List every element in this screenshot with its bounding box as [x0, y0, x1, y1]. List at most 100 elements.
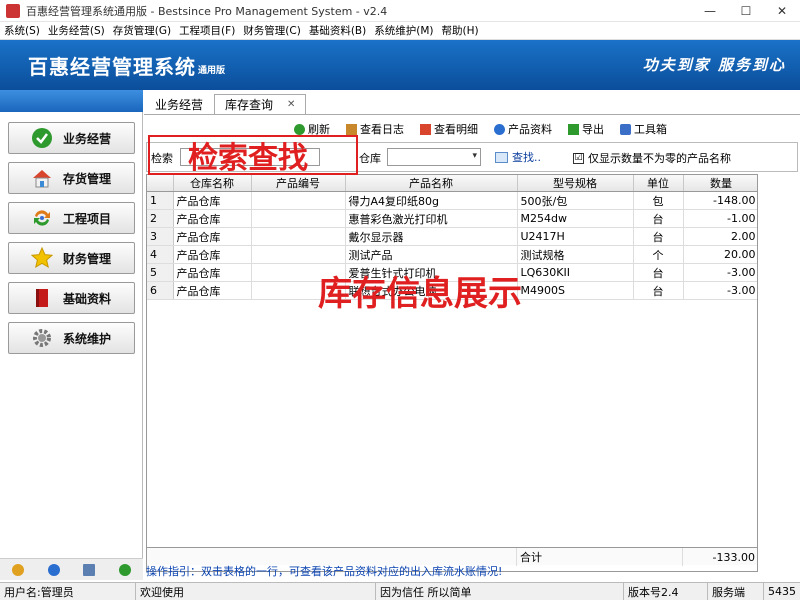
cell-quantity: -148.00: [683, 191, 757, 210]
nav-header: [0, 90, 143, 112]
toolbox-button[interactable]: 工具箱: [620, 121, 667, 137]
cell-product-code: [251, 209, 346, 228]
col-product-name[interactable]: 产品名称: [345, 175, 518, 192]
cell-warehouse: 产品仓库: [173, 263, 252, 282]
export-label: 导出: [582, 123, 604, 136]
toolbox-label: 工具箱: [634, 123, 667, 136]
product-info-label: 产品资料: [508, 123, 552, 136]
cell-spec: M254dw: [517, 209, 634, 228]
minimize-button[interactable]: —: [692, 0, 728, 22]
col-quantity[interactable]: 数量: [683, 175, 757, 192]
nav-basic-data-button[interactable]: 基础资料: [8, 282, 135, 314]
clock-icon[interactable]: [47, 563, 60, 576]
operation-guide: 操作指引：双击表格的一行，可查看该产品资料对应的出入库流水账情况!: [146, 565, 503, 578]
nav-finance-button[interactable]: 财务管理: [8, 242, 135, 274]
tab-business[interactable]: 业务经营: [144, 94, 214, 114]
row-number: 3: [147, 227, 174, 246]
status-extra: 5435: [768, 585, 796, 598]
cell-product-name: 得力A4复印纸80g: [345, 191, 518, 210]
table-row[interactable]: 1 产品仓库 得力A4复印纸80g 500张/包 包 -148.00: [147, 191, 757, 210]
cell-quantity: 20.00: [683, 245, 757, 264]
system-title: 百惠经营管理系统: [28, 54, 196, 79]
menu-help[interactable]: 帮助(H): [438, 23, 483, 38]
menu-business[interactable]: 业务经营(S): [44, 23, 109, 38]
toolbox-icon: [620, 123, 631, 135]
menu-projects[interactable]: 工程项目(F): [175, 23, 239, 38]
cell-quantity: -3.00: [683, 281, 757, 300]
check-circle-icon: [31, 127, 53, 149]
cell-unit: 台: [633, 209, 684, 228]
chevron-down-icon: ▾: [472, 151, 477, 161]
menu-inventory[interactable]: 存货管理(G): [109, 23, 175, 38]
status-welcome: 欢迎使用: [136, 582, 376, 600]
view-detail-label: 查看明细: [434, 123, 478, 136]
cell-warehouse: 产品仓库: [173, 209, 252, 228]
warehouse-select[interactable]: ▾: [387, 148, 481, 166]
house-icon: [31, 167, 53, 189]
status-bar: 用户名:管理员 欢迎使用 因为信任 所以简单 版本号2.4 服务端 5435: [0, 582, 800, 600]
maximize-button[interactable]: ☐: [728, 0, 764, 22]
tab-strip: 业务经营 库存查询 ✕: [144, 94, 307, 114]
table-row[interactable]: 4 产品仓库 测试产品 测试规格 个 20.00: [147, 245, 757, 264]
nav-finance-label: 财务管理: [63, 251, 112, 266]
app-banner: 百惠经营管理系统 通用版 功夫到家 服务到心: [0, 40, 800, 90]
export-button[interactable]: 导出: [568, 121, 604, 137]
status-mode: 服务端: [708, 582, 764, 600]
row-number: 1: [147, 191, 174, 210]
cell-warehouse: 产品仓库: [173, 281, 252, 300]
star-icon: [31, 247, 53, 269]
lock-icon[interactable]: [11, 563, 24, 576]
col-unit[interactable]: 单位: [633, 175, 684, 192]
nav-maintenance-button[interactable]: 系统维护: [8, 322, 135, 354]
status-motto: 因为信任 所以简单: [376, 582, 624, 600]
window-title: 百惠经营管理系统通用版 - Bestsince Pro Management S…: [26, 4, 388, 18]
cell-unit: 个: [633, 245, 684, 264]
product-info-button[interactable]: 产品资料: [494, 121, 552, 137]
menu-finance[interactable]: 财务管理(C): [239, 23, 305, 38]
tab-inventory-query-label: 库存查询: [225, 98, 274, 112]
window-controls: — ☐ ✕: [692, 0, 800, 22]
nav-business-button[interactable]: 业务经营: [8, 122, 135, 154]
title-bar: 百惠经营管理系统通用版 - Bestsince Pro Management S…: [0, 0, 800, 22]
find-button[interactable]: 查找..: [495, 149, 541, 165]
table-row[interactable]: 3 产品仓库 戴尔显示器 U2417H 台 2.00: [147, 227, 757, 246]
cycle-arrows-icon: [31, 207, 53, 229]
nonzero-checkbox[interactable]: ☑ 仅显示数量不为零的产品名称: [573, 150, 731, 166]
cell-spec: U2417H: [517, 227, 634, 246]
col-spec[interactable]: 型号规格: [517, 175, 634, 192]
cell-quantity: -3.00: [683, 263, 757, 282]
col-product-code[interactable]: 产品编号: [251, 175, 346, 192]
cell-spec: 测试规格: [517, 245, 634, 264]
annotation-display-text: 库存信息展示: [318, 274, 522, 314]
col-warehouse[interactable]: 仓库名称: [173, 175, 252, 192]
cell-spec: M4900S: [517, 281, 634, 300]
cell-quantity: 2.00: [683, 227, 757, 246]
exit-icon[interactable]: [119, 563, 132, 576]
nav-inventory-label: 存货管理: [63, 171, 112, 186]
left-nav: 业务经营 存货管理 工程项目 财务管理 基础资料 系统维护: [0, 90, 143, 580]
col-rownum[interactable]: [147, 175, 174, 192]
nav-quick-icons: [0, 558, 143, 580]
cell-product-code: [251, 191, 346, 210]
tab-close-icon[interactable]: ✕: [287, 99, 295, 110]
row-number: 5: [147, 263, 174, 282]
cell-product-code: [251, 227, 346, 246]
cell-product-name: 惠普彩色激光打印机: [345, 209, 518, 228]
nav-inventory-button[interactable]: 存货管理: [8, 162, 135, 194]
row-number: 4: [147, 245, 174, 264]
tab-inventory-query[interactable]: 库存查询 ✕: [214, 94, 307, 114]
inventory-grid[interactable]: 仓库名称 产品编号 产品名称 型号规格 单位 数量 1 产品仓库 得力A4复印纸…: [146, 174, 758, 572]
nav-projects-button[interactable]: 工程项目: [8, 202, 135, 234]
book-icon: [31, 287, 53, 309]
cell-spec: 500张/包: [517, 191, 634, 210]
cell-unit: 台: [633, 281, 684, 300]
menu-basic-data[interactable]: 基础资料(B): [305, 23, 370, 38]
view-detail-button[interactable]: 查看明细: [420, 121, 478, 137]
menu-maintenance[interactable]: 系统维护(M): [370, 23, 437, 38]
table-row[interactable]: 2 产品仓库 惠普彩色激光打印机 M254dw 台 -1.00: [147, 209, 757, 228]
cell-unit: 台: [633, 263, 684, 282]
menu-system[interactable]: 系统(S): [0, 23, 44, 38]
cell-warehouse: 产品仓库: [173, 191, 252, 210]
monitor-icon[interactable]: [83, 563, 96, 576]
close-button[interactable]: ✕: [764, 0, 800, 22]
